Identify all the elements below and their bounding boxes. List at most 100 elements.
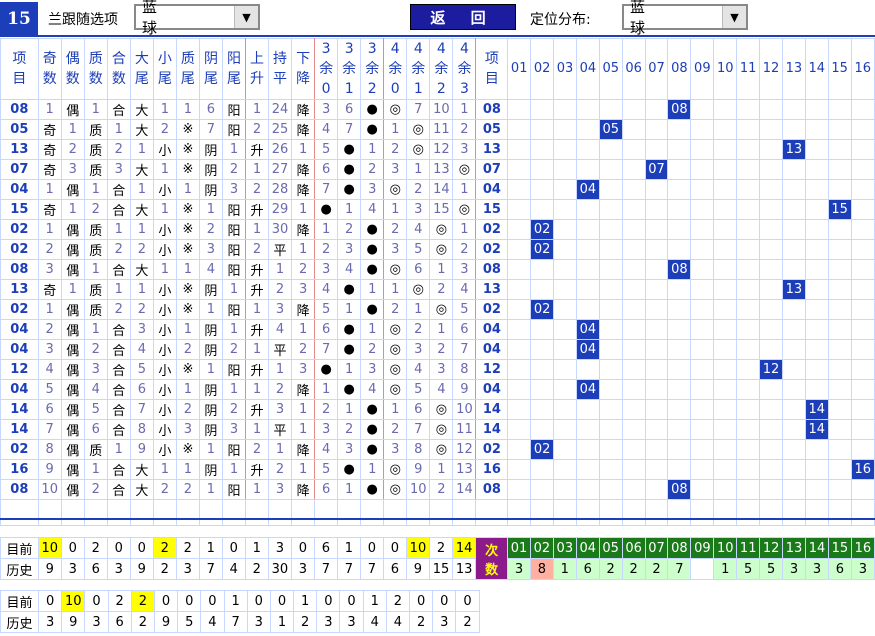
cell: 1 — [383, 199, 408, 220]
position-cell — [644, 319, 669, 340]
follow-option-value: 蓝 球 — [142, 0, 178, 37]
cell: 1 — [268, 439, 293, 460]
cell: 10 — [37, 479, 62, 500]
follow-option-select[interactable]: 蓝 球 ▼ — [134, 0, 260, 37]
cell: 升 — [244, 259, 270, 280]
cell: ● — [314, 199, 339, 220]
cell: 10 — [429, 99, 454, 120]
position-cell — [804, 379, 829, 400]
stats-cell: 0 — [269, 590, 295, 612]
number-header: 07 — [644, 38, 669, 100]
position-cell — [667, 279, 692, 300]
back-button[interactable]: 返 回 — [410, 4, 516, 30]
cell: 1 — [83, 99, 108, 120]
cell: 大 — [129, 99, 154, 120]
cell: 阴 — [198, 179, 223, 200]
cell: 1 — [37, 179, 62, 200]
cell: 3 — [452, 259, 477, 280]
cell: 偶 — [60, 219, 85, 240]
cell: 质 — [83, 219, 108, 240]
stats-cell: 2 — [152, 558, 177, 580]
position-cell — [850, 119, 875, 140]
position-dist-select[interactable]: 蓝 球 ▼ — [622, 0, 748, 37]
position-cell — [713, 139, 738, 160]
empty-cell — [244, 499, 270, 526]
position-cell — [575, 239, 600, 260]
position-cell — [804, 459, 829, 480]
cell: 偶 — [60, 259, 85, 280]
cell: ● — [360, 479, 385, 500]
cell: 2 — [360, 159, 385, 180]
position-cell — [507, 219, 532, 240]
cell: 6 — [406, 399, 431, 420]
column-header: 项目 — [475, 38, 509, 100]
position-cell — [781, 439, 806, 460]
cishu-number: 11 — [736, 537, 761, 559]
position-cell — [598, 459, 623, 480]
cell: 10 — [452, 399, 477, 420]
position-cell — [736, 119, 761, 140]
cell: 质 — [83, 279, 108, 300]
cell: 1 — [221, 319, 246, 340]
cell: 1 — [60, 119, 85, 140]
position-cell — [530, 139, 555, 160]
cell: ※ — [175, 159, 200, 180]
cell: 偶 — [60, 439, 85, 460]
number-header: 06 — [621, 38, 646, 100]
position-cell — [759, 99, 783, 120]
row-id: 08 — [0, 99, 39, 120]
cell: 阳 — [221, 259, 246, 280]
cell: 小 — [152, 179, 177, 200]
stats-row: 目前 0 10 0 2 2 0 0 0 1 0 0 1 0 0 1 2 0 0 0 — [0, 590, 480, 612]
position-cell — [575, 359, 600, 380]
position-cell — [713, 459, 738, 480]
position-cell — [667, 219, 692, 240]
stats-cell: 7 — [198, 558, 223, 580]
empty-cell — [429, 499, 454, 526]
position-cell — [621, 299, 646, 320]
empty-cell — [60, 499, 85, 526]
cell: 2 — [406, 319, 431, 340]
chevron-down-icon[interactable]: ▼ — [234, 6, 258, 28]
cell: 阴 — [198, 139, 223, 160]
position-cell — [667, 299, 692, 320]
stats-cell: 7 — [336, 558, 361, 580]
chevron-down-icon[interactable]: ▼ — [722, 6, 746, 28]
cell: 1 — [60, 199, 85, 220]
position-cell — [804, 359, 829, 380]
cell: 2 — [268, 459, 293, 480]
cell: 阳 — [221, 219, 246, 240]
position-cell — [575, 219, 600, 240]
cell: 3 — [452, 139, 477, 160]
position-cell — [781, 339, 806, 360]
position-cell — [507, 319, 532, 340]
position-cell — [759, 219, 783, 240]
stats-cell: 0 — [153, 590, 179, 612]
position-cell — [759, 439, 783, 460]
row-id: 16 — [0, 459, 39, 480]
cell: 1 — [337, 479, 362, 500]
column-header: 3余1 — [337, 38, 362, 100]
cell: 9 — [452, 379, 477, 400]
position-cell — [690, 139, 715, 160]
position-cell — [759, 399, 783, 420]
position-cell — [827, 479, 852, 500]
cell: 2 — [175, 479, 200, 500]
position-cell — [736, 219, 761, 240]
position-cell — [827, 239, 852, 260]
cishu-number: 14 — [805, 537, 829, 559]
cell: 9 — [37, 459, 62, 480]
column-header-label: 4余0 — [388, 41, 403, 97]
cell: 质 — [83, 139, 108, 160]
cell: 1 — [152, 199, 177, 220]
position-cell — [804, 259, 829, 280]
cell: 阴 — [198, 319, 223, 340]
number-header: 08 — [667, 38, 692, 100]
stats-cell: 3 — [106, 558, 131, 580]
cell: ● — [360, 419, 385, 440]
cell: 2 — [221, 159, 246, 180]
position-cell — [736, 419, 761, 440]
empty-cell — [452, 499, 477, 526]
position-cell — [781, 459, 806, 480]
position-cell — [713, 279, 738, 300]
